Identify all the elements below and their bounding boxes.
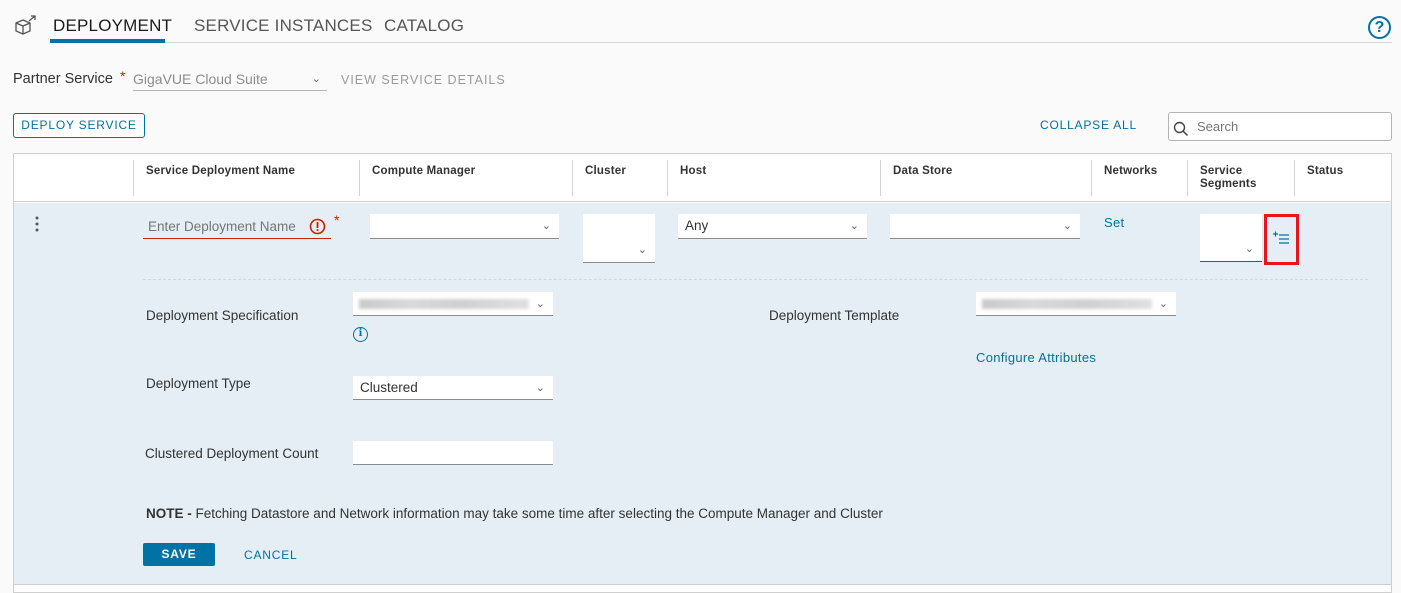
deployment-template-select[interactable]: ⌄: [976, 292, 1176, 316]
tab-service-instances[interactable]: SERVICE INSTANCES: [194, 16, 372, 36]
deploy-service-button[interactable]: DEPLOY SERVICE: [13, 113, 145, 138]
configure-attributes-link[interactable]: Configure Attributes: [976, 350, 1096, 365]
networks-set-link[interactable]: Set: [1104, 215, 1124, 230]
column-separator: [667, 160, 668, 196]
column-separator: [1187, 160, 1188, 196]
deployment-cube-icon: [15, 15, 36, 35]
partner-service-value: GigaVUE Cloud Suite: [133, 71, 268, 87]
col-header-cluster[interactable]: Cluster: [585, 165, 626, 178]
host-select[interactable]: Any ⌄: [678, 214, 867, 239]
clustered-count-label: Clustered Deployment Count: [145, 446, 319, 461]
chevron-down-icon: ⌄: [535, 382, 545, 394]
deployment-type-label: Deployment Type: [146, 376, 251, 391]
partner-service-select[interactable]: GigaVUE Cloud Suite ⌄: [133, 71, 327, 91]
row-actions-icon[interactable]: [33, 215, 41, 233]
cluster-select[interactable]: ⌄: [583, 214, 655, 263]
col-header-networks[interactable]: Networks: [1104, 165, 1157, 178]
column-separator: [133, 160, 134, 196]
tab-catalog[interactable]: CATALOG: [384, 16, 464, 36]
clustered-count-input[interactable]: [353, 441, 553, 465]
chevron-down-icon: ⌄: [1062, 220, 1072, 232]
deployment-template-label: Deployment Template: [769, 308, 900, 323]
chevron-down-icon: ⌄: [535, 298, 545, 310]
chevron-down-icon: ⌄: [311, 73, 321, 85]
blurred-template-value: [982, 299, 1152, 309]
column-separator: [1294, 160, 1295, 196]
service-segments-select[interactable]: ⌄: [1200, 214, 1262, 262]
deployment-name-input[interactable]: [143, 217, 303, 236]
deployment-row: [14, 203, 1391, 584]
column-separator: [1091, 160, 1092, 196]
deployment-type-value: Clustered: [360, 380, 418, 395]
col-header-compute-manager[interactable]: Compute Manager: [372, 165, 475, 178]
column-separator: [880, 160, 881, 196]
compute-manager-select[interactable]: ⌄: [370, 214, 559, 239]
chevron-down-icon: ⌄: [1244, 243, 1254, 255]
deployment-spec-select[interactable]: ⌄: [353, 292, 553, 316]
search-icon: [1173, 121, 1189, 137]
chevron-down-icon: ⌄: [1158, 298, 1168, 310]
save-button[interactable]: SAVE: [143, 543, 215, 566]
help-icon[interactable]: ?: [1368, 16, 1391, 39]
host-value: Any: [685, 218, 709, 233]
row-divider: [14, 584, 1391, 585]
column-separator: [359, 160, 360, 196]
chevron-down-icon: ⌄: [637, 244, 647, 256]
column-separator: [572, 160, 573, 196]
tab-deployment[interactable]: DEPLOYMENT: [53, 16, 172, 36]
search-box[interactable]: [1168, 112, 1392, 141]
tabs-divider: [50, 42, 1392, 43]
note-label: NOTE -: [146, 506, 192, 521]
grid-header: [14, 154, 1391, 202]
search-input[interactable]: [1195, 117, 1385, 136]
col-header-status[interactable]: Status: [1307, 165, 1343, 178]
row-section-divider: [143, 279, 1368, 280]
add-list-icon[interactable]: [1270, 229, 1292, 247]
required-asterisk: *: [120, 68, 126, 84]
col-header-service-segments-line1: Service: [1200, 165, 1243, 177]
error-icon: [309, 218, 326, 235]
data-store-select[interactable]: ⌄: [890, 214, 1080, 239]
fetch-note: NOTE - Fetching Datastore and Network in…: [146, 506, 883, 521]
blurred-spec-value: [359, 299, 529, 309]
col-header-host[interactable]: Host: [680, 165, 706, 178]
view-service-details-link[interactable]: VIEW SERVICE DETAILS: [341, 73, 506, 87]
cancel-button[interactable]: CANCEL: [244, 548, 297, 562]
required-asterisk: *: [334, 212, 340, 228]
col-header-data-store[interactable]: Data Store: [893, 165, 953, 178]
col-header-service-segments-line2: Segments: [1200, 178, 1257, 190]
info-icon[interactable]: i: [353, 327, 368, 342]
deployment-spec-label: Deployment Specification: [146, 308, 299, 323]
note-text: Fetching Datastore and Network informati…: [191, 506, 883, 521]
deployment-type-select[interactable]: Clustered ⌄: [353, 376, 553, 400]
deployment-name-field[interactable]: [143, 214, 331, 239]
collapse-all-link[interactable]: COLLAPSE ALL: [1040, 118, 1137, 132]
col-header-name[interactable]: Service Deployment Name: [146, 165, 295, 178]
chevron-down-icon: ⌄: [849, 220, 859, 232]
partner-service-label: Partner Service: [13, 71, 113, 87]
active-tab-indicator: [50, 39, 165, 43]
add-segment-highlight[interactable]: [1264, 214, 1299, 265]
col-header-service-segments[interactable]: Service Segments: [1200, 165, 1257, 191]
chevron-down-icon: ⌄: [541, 220, 551, 232]
